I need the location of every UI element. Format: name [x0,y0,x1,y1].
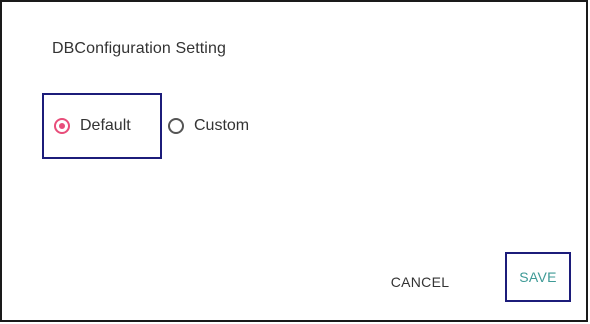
radio-label-custom: Custom [194,117,250,134]
cancel-button[interactable]: CANCEL [378,264,462,300]
db-configuration-dialog: DBConfiguration Setting Default Custom C… [0,0,588,322]
radio-option-custom[interactable]: Custom [162,93,249,159]
radio-checked-icon[interactable] [54,118,70,134]
radio-unchecked-icon[interactable] [168,118,184,134]
dialog-title: DBConfiguration Setting [52,40,226,57]
save-button[interactable]: SAVE [505,252,571,302]
radio-option-default[interactable]: Default [42,93,162,159]
db-config-radio-group: Default Custom [42,93,249,159]
radio-label-default: Default [80,117,131,134]
